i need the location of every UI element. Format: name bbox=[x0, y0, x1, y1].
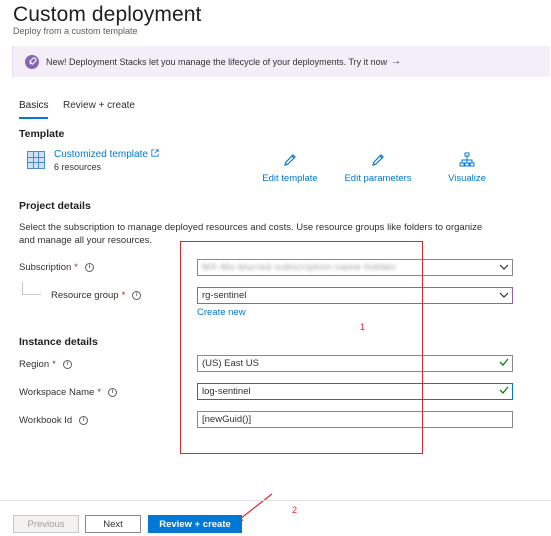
more-options-icon[interactable]: ··· bbox=[188, 8, 202, 20]
edit-template-button[interactable]: Edit template bbox=[245, 152, 335, 184]
checkmark-icon bbox=[496, 358, 512, 369]
page-subtitle: Deploy from a custom template bbox=[13, 26, 138, 36]
hierarchy-icon bbox=[422, 152, 512, 170]
resource-group-label-text: Resource group bbox=[51, 290, 119, 301]
chevron-down-icon bbox=[496, 263, 512, 272]
visualize-label: Visualize bbox=[448, 173, 486, 184]
info-icon[interactable]: i bbox=[79, 416, 89, 425]
required-marker: * bbox=[52, 359, 56, 370]
next-button[interactable]: Next bbox=[85, 515, 141, 533]
workbook-id-label-text: Workbook Id bbox=[19, 415, 73, 426]
footer-divider bbox=[0, 500, 551, 501]
region-label-text: Region bbox=[19, 359, 50, 370]
rocket-icon bbox=[25, 54, 39, 69]
resource-group-label: Resource group * i bbox=[51, 290, 142, 301]
workspace-name-label-text: Workspace Name bbox=[19, 387, 95, 398]
subscription-label-text: Subscription bbox=[19, 262, 72, 273]
chevron-down-icon bbox=[496, 291, 512, 300]
external-link-icon bbox=[151, 149, 159, 160]
checkmark-icon bbox=[496, 386, 512, 397]
customized-template-link[interactable]: Customized template bbox=[54, 149, 159, 160]
template-grid-icon bbox=[27, 151, 45, 169]
region-select[interactable]: (US) East US bbox=[197, 355, 513, 372]
arrow-right-icon[interactable]: → bbox=[391, 56, 401, 67]
workbook-id-input[interactable]: [newGuid()] bbox=[197, 411, 513, 428]
instance-details-heading: Instance details bbox=[19, 336, 98, 348]
region-label: Region * i bbox=[19, 359, 72, 370]
workspace-name-value: log-sentinel bbox=[202, 386, 251, 397]
required-marker: * bbox=[97, 387, 102, 398]
tab-review-create[interactable]: Review + create bbox=[63, 100, 135, 111]
pencil-icon bbox=[245, 152, 335, 170]
info-icon[interactable]: i bbox=[84, 263, 94, 272]
info-icon[interactable]: i bbox=[62, 360, 72, 369]
required-marker: * bbox=[74, 262, 78, 273]
resource-count: 6 resources bbox=[54, 162, 102, 172]
region-value: (US) East US bbox=[202, 358, 260, 369]
resource-group-select[interactable]: rg-sentinel bbox=[197, 287, 513, 304]
visualize-button[interactable]: Visualize bbox=[422, 152, 512, 184]
subscription-label: Subscription * i bbox=[19, 262, 94, 273]
page-title: Custom deployment bbox=[13, 3, 202, 26]
edit-parameters-button[interactable]: Edit parameters bbox=[333, 152, 423, 184]
annotation-number-1: 1 bbox=[360, 322, 366, 332]
subscription-select[interactable]: MX-Ms-blurred-subscription-name-hidden bbox=[197, 259, 513, 276]
workspace-name-label: Workspace Name * i bbox=[19, 387, 118, 398]
edit-parameters-label: Edit parameters bbox=[344, 173, 412, 184]
info-icon[interactable]: i bbox=[108, 388, 118, 397]
project-details-heading: Project details bbox=[19, 200, 91, 212]
deployment-stacks-banner[interactable]: New! Deployment Stacks let you manage th… bbox=[12, 46, 550, 77]
create-new-link[interactable]: Create new bbox=[197, 307, 246, 318]
review-create-button[interactable]: Review + create bbox=[148, 515, 242, 533]
template-heading: Template bbox=[19, 128, 65, 140]
project-details-description: Select the subscription to manage deploy… bbox=[19, 222, 483, 246]
tree-connector bbox=[22, 282, 41, 295]
tab-basics[interactable]: Basics bbox=[19, 100, 48, 111]
subscription-value: MX-Ms-blurred-subscription-name-hidden bbox=[202, 262, 397, 273]
previous-button[interactable]: Previous bbox=[13, 515, 79, 533]
banner-text: New! Deployment Stacks let you manage th… bbox=[46, 56, 388, 67]
customized-template-label: Customized template bbox=[54, 149, 148, 160]
tab-selected-indicator bbox=[19, 117, 48, 119]
resource-group-value: rg-sentinel bbox=[202, 290, 247, 301]
info-icon[interactable]: i bbox=[132, 291, 142, 300]
annotation-number-2: 2 bbox=[292, 505, 298, 515]
workbook-id-label: Workbook Id i bbox=[19, 415, 89, 426]
edit-template-label: Edit template bbox=[262, 173, 318, 184]
required-marker: * bbox=[121, 290, 126, 301]
pencil-icon bbox=[333, 152, 423, 170]
workspace-name-input[interactable]: log-sentinel bbox=[197, 383, 513, 400]
workbook-id-value: [newGuid()] bbox=[202, 414, 252, 425]
